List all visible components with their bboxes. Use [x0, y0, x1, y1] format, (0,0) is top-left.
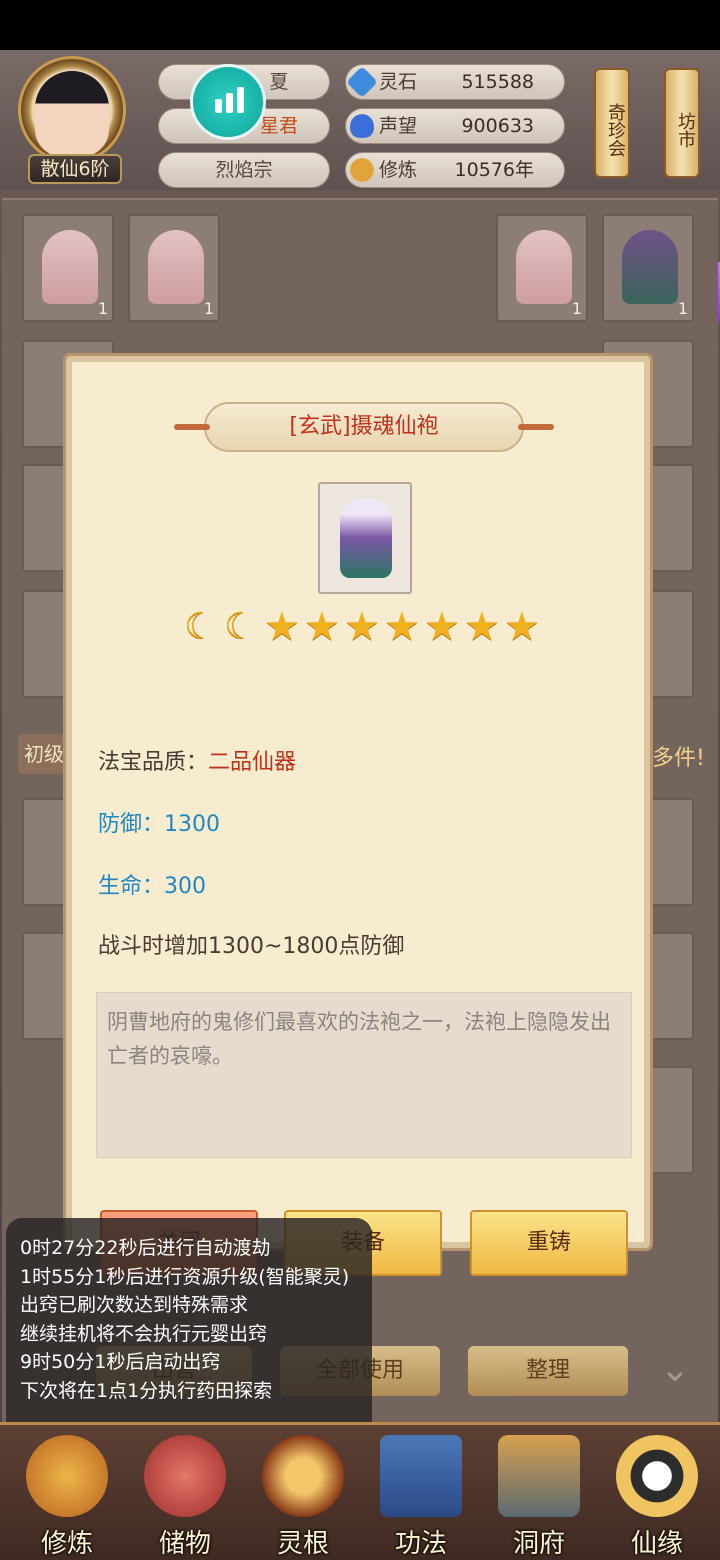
robe-icon — [516, 230, 572, 304]
star-icon: ★ — [344, 604, 380, 650]
immortal-fate-icon — [616, 1435, 698, 1517]
moon-icon: ☾ — [224, 606, 257, 647]
nav-cave[interactable]: 洞府 — [484, 1435, 594, 1560]
market-button[interactable]: 坊市 — [664, 68, 700, 178]
resource-value: 515588 — [461, 71, 534, 93]
star-icon: ★ — [304, 604, 340, 650]
status-bar — [0, 0, 720, 50]
item-star-rating: ☾ ☾ ★ ★ ★ ★ ★ ★ ★ — [184, 606, 544, 656]
inventory-slot[interactable]: 1 — [602, 214, 694, 322]
cave-house-icon — [498, 1435, 580, 1517]
log-line: 出窍已刷次数达到特殊需求 — [20, 1294, 249, 1316]
nav-label: 修炼 — [40, 1529, 93, 1559]
avatar[interactable] — [18, 56, 126, 164]
log-line: 9时50分1秒后启动出窍 — [20, 1351, 221, 1373]
slot-qty: 1 — [203, 299, 214, 318]
quality-label: 法宝品质： — [98, 750, 209, 775]
storage-bag-icon — [144, 1435, 226, 1517]
resource-label: 灵石 — [379, 71, 418, 93]
stats-bar-icon — [237, 87, 244, 113]
player-header: 散仙6阶 夏 星君 烈焰宗 灵石 515588 声望 900633 修炼 105… — [0, 50, 720, 190]
player-sect: 烈焰宗 — [158, 152, 330, 188]
nav-label: 功法 — [394, 1529, 447, 1559]
dialog-title-bar: [玄武]摄魂仙袍 — [174, 402, 554, 452]
cultivation-icon — [350, 158, 374, 182]
inventory-slot[interactable]: 1 — [128, 214, 220, 322]
stats-float-button[interactable] — [190, 64, 266, 140]
nav-technique[interactable]: 功法 — [366, 1435, 476, 1560]
star-icon: ★ — [464, 604, 500, 650]
robe-icon — [622, 230, 678, 304]
resource-label: 声望 — [379, 115, 418, 137]
slot-qty: 1 — [677, 299, 688, 318]
resource-label: 修炼 — [379, 159, 418, 181]
resource-prestige: 声望 900633 — [345, 108, 565, 144]
rank-badge: 散仙6阶 — [28, 154, 122, 184]
stats-bar-icon — [215, 99, 222, 113]
nav-label: 洞府 — [512, 1529, 565, 1559]
moon-icon: ☾ — [184, 606, 217, 647]
reforge-button[interactable]: 重铸 — [470, 1210, 628, 1276]
log-line: 下次将在1点1分执行药田探索 — [20, 1379, 273, 1402]
nav-cultivate[interactable]: 修炼 — [12, 1435, 122, 1560]
nav-label: 储物 — [158, 1529, 211, 1559]
quality-value: 二品仙器 — [208, 750, 297, 775]
slot-qty: 1 — [571, 299, 582, 318]
inventory-slot[interactable]: 1 — [22, 214, 114, 322]
item-effect: 战斗时增加1300~1800点防御 — [98, 934, 405, 959]
resource-cultivation: 修炼 10576年 — [345, 152, 565, 188]
cultivate-icon — [26, 1435, 108, 1517]
log-line: 0时27分22秒后进行自动渡劫 — [20, 1237, 271, 1259]
stats-bar-icon — [226, 93, 233, 113]
item-detail-dialog: [玄武]摄魂仙袍 ☾ ☾ ★ ★ ★ ★ ★ ★ ★ 法宝品质：二品仙器 防御：1300 生命：… — [63, 353, 653, 1276]
prestige-icon — [350, 114, 374, 138]
star-icon: ★ — [504, 604, 540, 650]
item-image-frame — [318, 482, 412, 594]
resource-spirit-stone: 灵石 515588 — [345, 64, 565, 100]
spirit-root-icon — [262, 1435, 344, 1517]
item-life: 生命：300 — [98, 874, 206, 899]
resource-value: 900633 — [461, 115, 534, 137]
item-description: 阴曹地府的鬼修们最喜欢的法袍之一，法袍上隐隐发出亡者的哀嚎。 — [96, 992, 632, 1158]
treasure-auction-button[interactable]: 奇珍会 — [594, 68, 630, 178]
robe-icon — [340, 498, 392, 578]
star-icon: ★ — [384, 604, 420, 650]
nav-immortal-fate[interactable]: 仙缘 — [602, 1435, 712, 1560]
item-quality: 法宝品质：二品仙器 — [98, 744, 296, 776]
nav-spirit-root[interactable]: 灵根 — [248, 1435, 358, 1560]
bottom-nav: 修炼 储物 灵根 功法 洞府 仙缘 — [0, 1422, 720, 1560]
robe-icon — [148, 230, 204, 304]
resource-value: 10576年 — [454, 159, 534, 181]
inventory-slot[interactable]: 1 — [496, 214, 588, 322]
star-icon: ★ — [264, 604, 300, 650]
slot-qty: 1 — [97, 299, 108, 318]
avatar-portrait — [35, 71, 109, 157]
spirit-stone-icon — [346, 66, 378, 98]
nav-storage[interactable]: 储物 — [130, 1435, 240, 1560]
game-screen: 散仙6阶 夏 星君 烈焰宗 灵石 515588 声望 900633 修炼 105… — [0, 50, 720, 1560]
sort-button[interactable]: 整理 — [468, 1346, 628, 1396]
item-title: [玄武]摄魂仙袍 — [289, 414, 439, 439]
star-icon: ★ — [424, 604, 460, 650]
auto-play-log: 0时27分22秒后进行自动渡劫 1时55分1秒后进行资源升级(智能聚灵) 出窍已… — [6, 1218, 372, 1454]
log-line: 继续挂机将不会执行元婴出窍 — [20, 1322, 268, 1345]
nav-label: 灵根 — [276, 1529, 329, 1559]
player-name-text: 夏 — [269, 71, 289, 93]
chevron-down-icon[interactable]: ⌄ — [650, 1350, 700, 1390]
log-line: 1时55分1秒后进行资源升级(智能聚灵) — [20, 1265, 350, 1288]
robe-icon — [42, 230, 98, 304]
nav-label: 仙缘 — [630, 1529, 683, 1559]
player-title-text: 星君 — [259, 115, 298, 137]
tab-basic[interactable]: 初级 — [18, 734, 70, 774]
hint-text: 多件! — [652, 746, 705, 771]
technique-book-icon — [380, 1435, 462, 1517]
item-defense: 防御：1300 — [98, 812, 220, 837]
